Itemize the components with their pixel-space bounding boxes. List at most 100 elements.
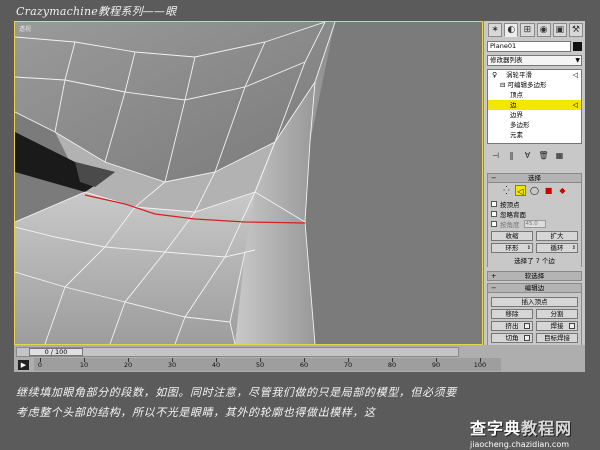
settings-box-icon[interactable] — [524, 323, 530, 329]
expand-plus-icon: + — [491, 272, 497, 280]
object-color-swatch[interactable] — [573, 42, 582, 51]
split-button[interactable]: 分割 — [536, 309, 578, 319]
checkbox-box[interactable] — [491, 211, 497, 217]
timeline-tick-label: 100 — [473, 361, 487, 369]
lightbulb-icon[interactable]: ♀ — [492, 70, 497, 80]
collapse-icon[interactable]: ⊟ — [500, 81, 505, 89]
chevron-down-icon: ▼ — [575, 57, 580, 64]
time-slider[interactable]: 0 / 100 — [16, 347, 459, 357]
modifier-list-label: 修改器列表 — [490, 56, 523, 64]
button-label: 环形 — [505, 244, 519, 252]
modifier-list-dropdown[interactable]: 修改器列表 ▼ — [487, 55, 582, 66]
stack-item-label: 涡轮平滑 — [506, 71, 532, 79]
motion-icon[interactable]: ◉ — [536, 23, 551, 37]
watermark-logo: 查字典教程网 — [470, 415, 596, 439]
mesh-render — [15, 22, 482, 344]
extrude-button[interactable]: 挤出 — [491, 321, 533, 331]
spinner-arrows-icon[interactable]: ⇕ — [572, 244, 576, 252]
remove-button[interactable]: 移除 — [491, 309, 533, 319]
button-label: 切角 — [505, 334, 519, 342]
perspective-viewport[interactable]: 透视 — [14, 21, 483, 345]
display-icon[interactable]: ▣ — [552, 23, 567, 37]
settings-box-icon[interactable] — [569, 323, 575, 329]
checkbox-label: 按角度 — [500, 221, 520, 229]
timeline-tick-label: 90 — [431, 361, 441, 369]
command-tabs: ✶ ◐ ⊞ ◉ ▣ ⚒ — [484, 21, 585, 38]
weld-button[interactable]: 焊接 — [536, 321, 578, 331]
watermark-url: jiaocheng.chazidian.com — [470, 440, 570, 449]
button-label: 循环 — [550, 244, 564, 252]
insert-vertex-button[interactable]: 插入顶点 — [491, 297, 578, 307]
show-end-result-icon[interactable]: ‖ — [505, 150, 518, 162]
modify-icon[interactable]: ◐ — [504, 23, 519, 37]
edge-level-icon[interactable]: ◁ — [515, 185, 526, 196]
modifier-stack[interactable]: ♀ 涡轮平滑 ◁ ⊟ 可编辑多边形 顶点 边 ◁ 边界 多边形 元素 — [487, 69, 582, 144]
timeline-tick-label: 50 — [255, 361, 265, 369]
loop-button[interactable]: 循环 ⇕ — [536, 243, 578, 253]
subobject-triangle-icon: ◁ — [572, 71, 578, 79]
checkbox-box[interactable] — [491, 201, 497, 207]
checkbox-label: 忽略背面 — [500, 211, 526, 219]
site-watermark: 查字典教程网 jiaocheng.chazidian.com — [470, 415, 596, 450]
stack-item-element[interactable]: 元素 — [488, 130, 581, 140]
timeline-tick-label: 60 — [299, 361, 309, 369]
stack-item-label: 可编辑多边形 — [507, 81, 547, 89]
selection-info: 选择了 7 个边 — [514, 257, 555, 265]
remove-modifier-icon[interactable]: 🗑 — [537, 150, 550, 162]
angle-spinner[interactable]: 45.0 — [523, 220, 546, 228]
collapse-minus-icon: − — [491, 174, 497, 182]
selection-rollout: ⁛ ◁ ◯ ■ ◆ 按顶点 忽略背面 按角度 45.0 收缩 扩大 环形 ⇕ 循… — [487, 183, 582, 267]
utilities-icon[interactable]: ⚒ — [568, 23, 584, 37]
collapse-minus-icon: − — [491, 284, 497, 292]
grow-button[interactable]: 扩大 — [536, 231, 578, 241]
stack-item-label: 边 — [510, 101, 517, 109]
by-vertex-checkbox[interactable]: 按顶点 — [491, 199, 578, 209]
timeline-tick-label: 0 — [37, 361, 43, 369]
timeline-tick-label: 10 — [79, 361, 89, 369]
polygon-level-icon[interactable]: ■ — [543, 185, 554, 196]
object-name-field[interactable]: Plane01 — [487, 41, 571, 52]
timeline-tick-label: 20 — [123, 361, 133, 369]
stack-item-turbosmooth[interactable]: ♀ 涡轮平滑 ◁ — [488, 70, 581, 80]
pin-stack-icon[interactable]: ⊣ — [489, 150, 502, 162]
element-level-icon[interactable]: ◆ — [557, 185, 568, 196]
configure-sets-icon[interactable]: ▦ — [553, 150, 566, 162]
watermark-logo-a: 查字典 — [470, 419, 522, 438]
target-weld-button[interactable]: 目标焊接 — [536, 333, 578, 343]
timeline-tick-label: 80 — [387, 361, 397, 369]
ring-button[interactable]: 环形 ⇕ — [491, 243, 533, 253]
by-angle-checkbox[interactable]: 按角度 45.0 — [491, 219, 578, 229]
selection-rollout-header[interactable]: − 选择 — [487, 173, 582, 183]
timeline-track[interactable]: 0 10 20 30 40 50 60 70 80 90 100 — [34, 358, 501, 371]
command-panel: ✶ ◐ ⊞ ◉ ▣ ⚒ Plane01 修改器列表 ▼ ♀ 涡轮平滑 ◁ ⊟ 可… — [483, 21, 585, 345]
settings-box-icon[interactable] — [524, 335, 530, 341]
soft-selection-rollout-header[interactable]: + 软选择 — [487, 271, 582, 281]
chamfer-button[interactable]: 切角 — [491, 333, 533, 343]
checkbox-box[interactable] — [491, 221, 497, 227]
stack-item-polygon[interactable]: 多边形 — [488, 120, 581, 130]
caption-line-1: 继续填加眼角部分的段数，如图。同时注意，尽管我们做的只是局部的模型，但必须要 — [16, 386, 457, 399]
subobject-triangle-icon: ◁ — [572, 101, 578, 109]
edit-edges-rollout-header[interactable]: − 编辑边 — [487, 283, 582, 293]
time-slider-thumb[interactable]: 0 / 100 — [29, 348, 83, 356]
make-unique-icon[interactable]: ∀ — [521, 150, 534, 162]
key-mode-icon[interactable]: ▶ — [18, 360, 29, 370]
stack-item-editable-poly[interactable]: ⊟ 可编辑多边形 — [488, 80, 581, 90]
hierarchy-icon[interactable]: ⊞ — [520, 23, 535, 37]
button-label: 焊接 — [550, 322, 564, 330]
viewport-label: 透视 — [19, 26, 32, 33]
create-icon[interactable]: ✶ — [488, 23, 503, 37]
tutorial-title: Crazymachine教程系列——眼 — [16, 5, 177, 18]
spinner-arrows-icon[interactable]: ⇕ — [527, 244, 531, 252]
checkbox-label: 按顶点 — [500, 201, 520, 209]
rollout-title: 编辑边 — [524, 284, 545, 292]
timeline-tick-label: 70 — [343, 361, 353, 369]
stack-item-vertex[interactable]: 顶点 — [488, 90, 581, 100]
timeline-area: 0 / 100 ▶ 0 10 20 30 40 50 60 70 80 90 100 — [14, 345, 585, 372]
vertex-level-icon[interactable]: ⁛ — [501, 185, 512, 196]
shrink-button[interactable]: 收缩 — [491, 231, 533, 241]
stack-item-border[interactable]: 边界 — [488, 110, 581, 120]
stack-item-edge[interactable]: 边 ◁ — [488, 100, 581, 110]
ignore-backfacing-checkbox[interactable]: 忽略背面 — [491, 209, 578, 219]
border-level-icon[interactable]: ◯ — [529, 185, 540, 196]
